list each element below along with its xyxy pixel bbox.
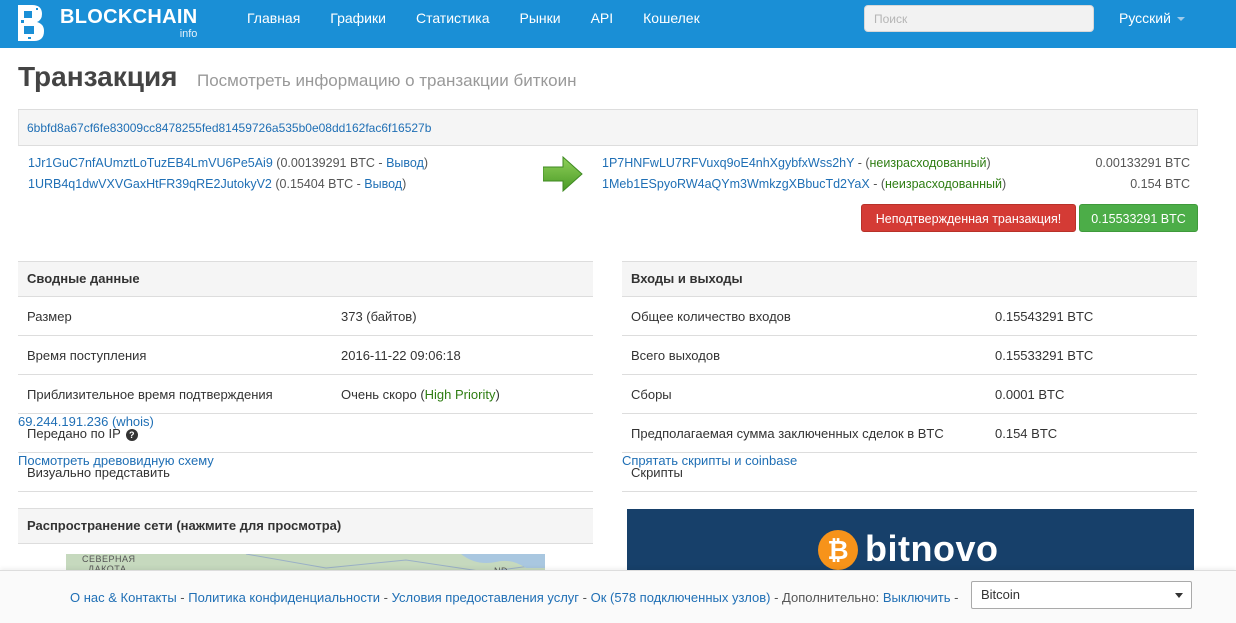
top-navbar: BLOCKCHAIN info Главная Графики Статисти… (0, 0, 1236, 48)
table-row: Общее количество входов 0.15543291 BTC (622, 297, 1197, 336)
tx-hash-link[interactable]: 6bbfd8a67cf6fe83009cc8478255fed81459726a… (27, 121, 431, 135)
input-output-link[interactable]: Вывод (364, 177, 402, 191)
input-address-link[interactable]: 1Jr1GuC7nfAUmztLoTuzEB4LmVU6Pe5Ai9 (28, 156, 273, 170)
row-value: 0.15533291 BTC (995, 348, 1094, 363)
nav-link-wallet[interactable]: Кошелек (628, 0, 715, 36)
output-status: неизрасходованный (885, 177, 1002, 191)
output-sep: - ( (869, 177, 885, 191)
row-label: Сборы (631, 387, 672, 402)
conf-close: ) (495, 387, 500, 402)
row-value: 0.154 BTC (995, 426, 1058, 441)
row-label: Всего выходов (631, 348, 720, 363)
network-propagation-header[interactable]: Распространение сети (нажмите для просмо… (18, 508, 593, 544)
nav-link-markets[interactable]: Рынки (504, 0, 575, 36)
row-label: Передано по IP? (27, 426, 138, 441)
row-label: Скрипты (631, 465, 683, 480)
nav-link-stats[interactable]: Статистика (401, 0, 505, 36)
priority-text: High Priority (424, 387, 496, 402)
brand[interactable]: BLOCKCHAIN info (14, 3, 197, 45)
language-dropdown[interactable]: Русский (1119, 0, 1185, 36)
output-close: ) (986, 156, 991, 170)
total-amount-button[interactable]: 0.15533291 BTC (1079, 204, 1198, 232)
input-output-link[interactable]: Вывод (386, 156, 424, 170)
search-input[interactable] (864, 5, 1094, 32)
chevron-down-icon (1175, 593, 1183, 598)
brand-sub: info (179, 28, 198, 40)
footer-terms-link[interactable]: Условия предоставления услуг (392, 590, 579, 605)
row-value: 373 (байтов) (341, 309, 417, 324)
chevron-down-icon (1176, 17, 1185, 22)
table-row: Визуально представить Посмотреть древови… (18, 453, 593, 492)
table-row: Размер 373 (байтов) (18, 297, 593, 336)
conf-text: Очень скоро ( (341, 387, 425, 402)
output-close: ) (1001, 177, 1007, 191)
row-label: Размер (27, 309, 72, 324)
row-value: 2016-11-22 09:06:18 (341, 348, 461, 363)
language-label: Русский (1119, 10, 1171, 26)
arrow-right-icon (543, 156, 583, 192)
table-row: Сборы 0.0001 BTC (622, 375, 1197, 414)
nav-link-charts[interactable]: Графики (315, 0, 401, 36)
footer-disable-link[interactable]: Выключить (883, 590, 951, 605)
footer-links: О нас & Контакты - Политика конфиденциал… (70, 590, 959, 605)
currency-selected: Bitcoin (981, 587, 1021, 602)
row-label: Приблизительное время подтверждения (27, 387, 273, 402)
input-amount: (0.15404 BTC - (275, 177, 365, 191)
nav-link-api[interactable]: API (576, 0, 629, 36)
ip-label: Передано по IP (27, 426, 121, 441)
row-value: Очень скоро (High Priority) (341, 387, 500, 402)
brand-name: BLOCKCHAIN (60, 6, 198, 28)
help-icon[interactable]: ? (125, 429, 138, 441)
table-row: Всего выходов 0.15533291 BTC (622, 336, 1197, 375)
output-address-link[interactable]: 1Meb1ESpyoRW4aQYm3WmkzgXBbucTd2YaX (602, 177, 870, 191)
row-label: Время поступления (27, 348, 147, 363)
row-label: Предполагаемая сумма заключенных сделок … (631, 426, 944, 441)
tx-input-row: 1URB4q1dwVXVGaxHtFR39qRE2JutokyV2 (0.154… (28, 177, 406, 191)
transaction-box: 6bbfd8a67cf6fe83009cc8478255fed81459726a… (18, 109, 1198, 241)
nav-links: Главная Графики Статистика Рынки API Кош… (232, 0, 715, 36)
row-label: Визуально представить (27, 465, 170, 480)
summary-title: Сводные данные (18, 261, 593, 297)
tx-output-row: 1P7HNFwLU7RFVuxq9oE4nhXgybfxWss2hY - (не… (602, 156, 991, 170)
bitnovo-ad[interactable]: ₿ bitnovo (627, 509, 1194, 579)
row-label: Общее количество входов (631, 309, 791, 324)
output-sep: - ( (854, 156, 870, 170)
tx-input-row: 1Jr1GuC7nfAUmztLoTuzEB4LmVU6Pe5Ai9 (0.00… (28, 156, 428, 170)
row-value: 0.0001 BTC (995, 387, 1065, 402)
output-value: 0.00133291 BTC (1095, 156, 1190, 170)
table-row: Время поступления 2016-11-22 09:06:18 (18, 336, 593, 375)
footer-extra-label: Дополнительно: (782, 590, 880, 605)
table-row: Предполагаемая сумма заключенных сделок … (622, 414, 1197, 453)
io-panel: Входы и выходы Общее количество входов 0… (622, 261, 1197, 492)
table-row: Передано по IP? 69.244.191.236 (whois) (18, 414, 593, 453)
footer-ok-link[interactable]: Ок (591, 590, 607, 605)
blockchain-logo-icon (18, 5, 44, 41)
output-value: 0.154 BTC (1130, 177, 1190, 191)
io-title: Входы и выходы (622, 261, 1197, 297)
currency-select[interactable]: Bitcoin (971, 581, 1192, 609)
footer-nodes-link[interactable]: (578 подключенных узлов) (610, 590, 770, 605)
ad-brand-text: bitnovo (865, 528, 999, 569)
output-status: неизрасходованный (869, 156, 987, 170)
tx-hash-row: 6bbfd8a67cf6fe83009cc8478255fed81459726a… (18, 110, 1198, 146)
input-close: ) (423, 156, 429, 170)
footer-privacy-link[interactable]: Политика конфиденциальности (188, 590, 380, 605)
input-address-link[interactable]: 1URB4q1dwVXVGaxHtFR39qRE2JutokyV2 (28, 177, 272, 191)
page-title: Транзакция (18, 61, 178, 92)
table-row: Приблизительное время подтверждения Очен… (18, 375, 593, 414)
output-address-link[interactable]: 1P7HNFwLU7RFVuxq9oE4nhXgybfxWss2hY (602, 156, 854, 170)
map-label: СЕВЕРНАЯ (82, 554, 136, 564)
footer-about-link[interactable]: О нас & Контакты (70, 590, 177, 605)
row-value: 0.15543291 BTC (995, 309, 1094, 324)
nav-link-home[interactable]: Главная (232, 0, 315, 36)
summary-panel: Сводные данные Размер 373 (байтов) Время… (18, 261, 593, 492)
footer: О нас & Контакты - Политика конфиденциал… (0, 570, 1236, 623)
page-subtitle: Посмотреть информацию о транзакции битко… (197, 71, 577, 90)
unconfirmed-button[interactable]: Неподтвержденная транзакция! (861, 204, 1076, 232)
tx-output-row: 1Meb1ESpyoRW4aQYm3WmkzgXBbucTd2YaX - (не… (602, 177, 1006, 191)
table-row: Скрипты Спрятать скрипты и coinbase (622, 453, 1197, 492)
input-amount: (0.00139291 BTC - (276, 156, 387, 170)
input-close: ) (402, 177, 407, 191)
bitcoin-coin-icon: ₿ (818, 530, 858, 570)
